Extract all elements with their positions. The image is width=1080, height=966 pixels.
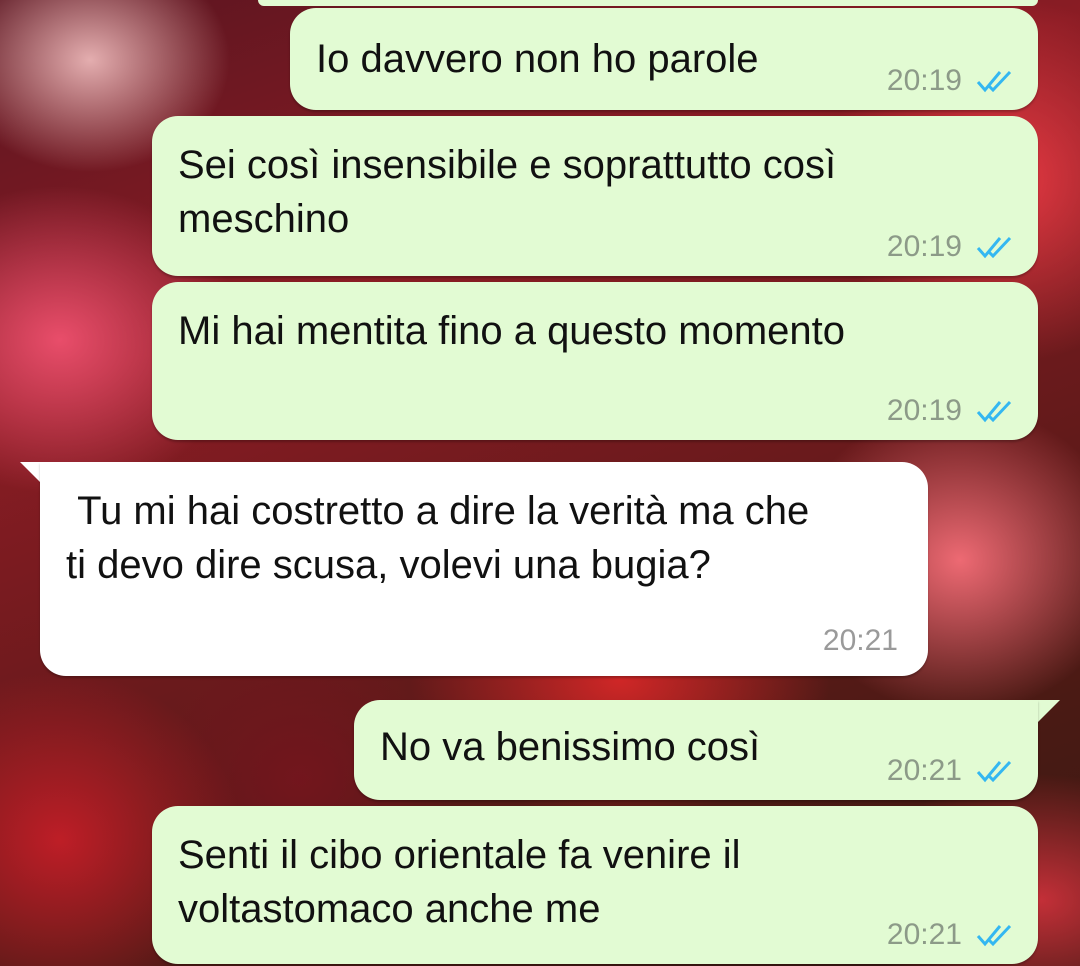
message-text: Mi hai mentita fino a questo momento [178,309,846,353]
message-time: 20:19 [886,64,962,97]
outgoing-message-bubble[interactable]: Mi hai mentita fino a questo momento 20:… [152,282,1038,440]
double-check-read-icon [976,759,1016,783]
outgoing-message-bubble[interactable]: No va benissimo così 20:21 [354,700,1038,800]
message-time: 20:19 [886,394,962,427]
message-text: Senti il cibo orientale fa venire il vol… [178,833,752,931]
message-text: Tu mi hai costretto a dire la verità ma … [66,489,821,587]
message-meta: 20:21 [887,756,1016,786]
message-meta: 20:21 [887,920,1016,950]
message-meta: 20:19 [887,66,1016,96]
message-time: 20:21 [822,624,898,657]
chat-background: Io davvero non ho parole 20:19 Sei così … [0,0,1080,966]
outgoing-message-bubble[interactable]: Senti il cibo orientale fa venire il vol… [152,806,1038,964]
message-text: Sei così insensibile e soprattutto così … [178,143,848,241]
message-meta: 20:21 [823,626,898,656]
double-check-read-icon [976,235,1016,259]
outgoing-message-bubble[interactable]: Sei così insensibile e soprattutto così … [152,116,1038,276]
double-check-read-icon [976,923,1016,947]
outgoing-message-bubble[interactable]: Io davvero non ho parole 20:19 [290,8,1038,110]
message-meta: 20:19 [887,396,1016,426]
double-check-read-icon [976,399,1016,423]
message-time: 20:21 [886,754,962,787]
double-check-read-icon [976,69,1016,93]
incoming-message-bubble[interactable]: Tu mi hai costretto a dire la verità ma … [40,462,928,676]
message-time: 20:21 [886,918,962,951]
message-time: 20:19 [886,230,962,263]
message-meta: 20:19 [887,232,1016,262]
previous-message-bubble-edge [258,0,1038,6]
